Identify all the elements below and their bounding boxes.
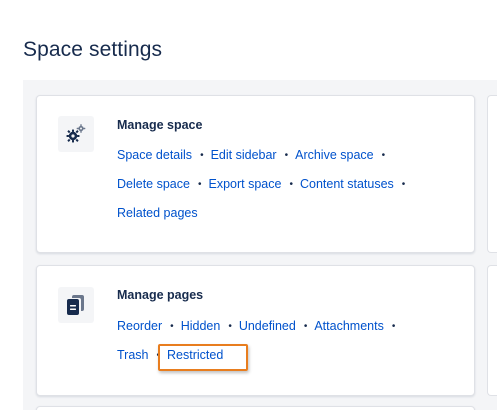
reorder-link[interactable]: Reorder [117,319,162,333]
edit-sidebar-link[interactable]: Edit sidebar [211,148,277,162]
trash-link[interactable]: Trash [117,348,149,362]
manage-pages-card: Manage pages Reorder • Hidden • Undefine… [36,265,475,396]
manage-space-card: Manage space Space details • Edit sideba… [36,95,475,253]
manage-space-links-row-1: Space details • Edit sidebar • Archive s… [117,148,392,162]
hidden-link[interactable]: Hidden [181,319,221,333]
next-card-edge [36,406,475,410]
separator: • [200,149,204,161]
space-details-link[interactable]: Space details [117,148,192,162]
undefined-link[interactable]: Undefined [239,319,296,333]
separator: • [289,178,293,190]
adjacent-card-edge [487,95,497,253]
gears-icon [58,116,94,152]
separator: • [197,178,202,190]
page-title: Space settings [23,38,163,61]
manage-pages-heading: Manage pages [117,288,204,302]
manage-space-links-row-2: Delete space • Export space • Content st… [117,177,412,191]
separator: • [170,320,174,332]
document-icon [58,287,94,323]
separator: • [228,320,232,332]
separator: • [401,178,406,190]
content-statuses-link[interactable]: Content statuses [300,177,394,191]
separator: • [391,320,396,332]
manage-space-heading: Manage space [117,118,203,132]
manage-pages-links-row-1: Reorder • Hidden • Undefined • Attachmen… [117,319,402,333]
manage-space-links-row-3: Related pages [117,206,198,220]
separator: • [303,320,308,332]
related-pages-link[interactable]: Related pages [117,206,198,220]
archive-space-link[interactable]: Archive space [295,148,374,162]
adjacent-card-edge [487,265,497,396]
attachments-link[interactable]: Attachments [314,319,383,333]
separator: • [381,149,386,161]
export-space-link[interactable]: Export space [208,177,281,191]
delete-space-link[interactable]: Delete space [117,177,190,191]
restricted-link-highlight [158,344,248,371]
separator: • [284,149,289,161]
